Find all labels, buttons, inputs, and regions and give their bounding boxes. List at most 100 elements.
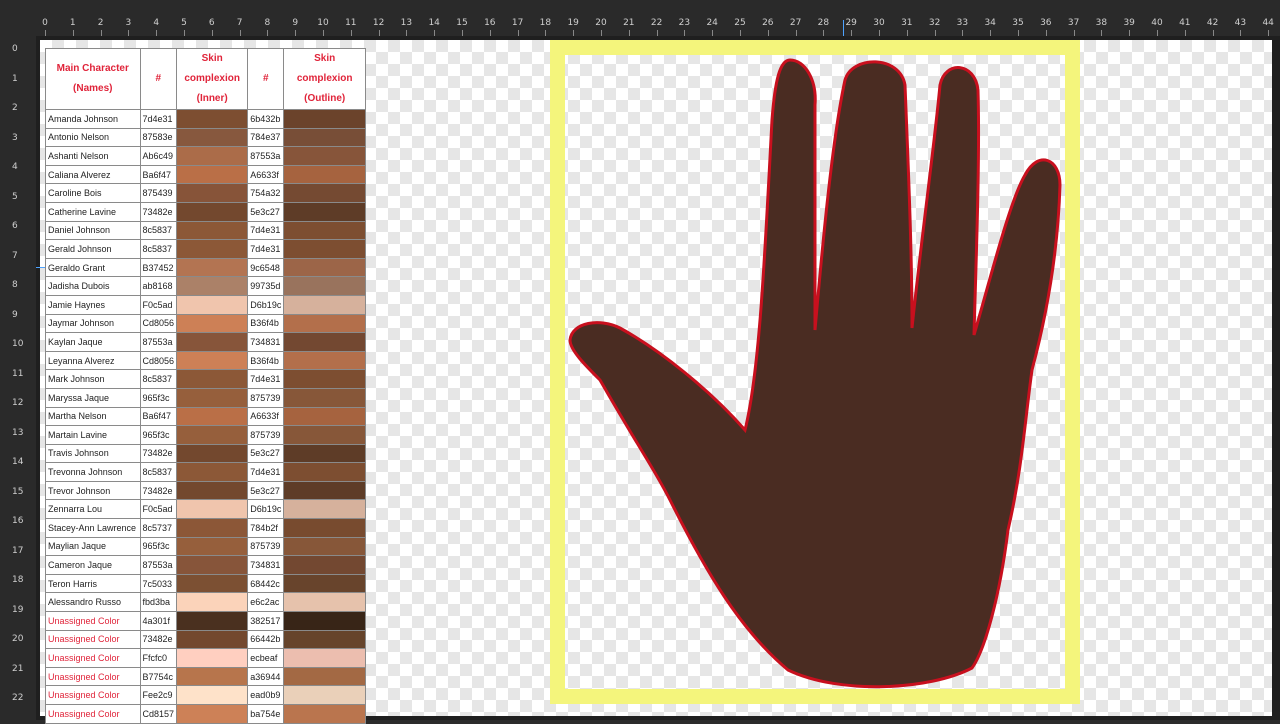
character-name[interactable]: Alessandro Russo: [45, 592, 141, 613]
inner-swatch[interactable]: [176, 257, 249, 278]
outline-hex[interactable]: 5e3c27: [247, 480, 285, 501]
character-name[interactable]: Caliana Alverez: [45, 164, 141, 185]
character-name[interactable]: Zennarra Lou: [45, 499, 141, 520]
hand-shape[interactable]: [568, 58, 1062, 689]
inner-hex[interactable]: 965f3c: [139, 536, 178, 557]
outline-swatch[interactable]: [283, 201, 366, 222]
outline-swatch[interactable]: [283, 704, 366, 724]
table-row[interactable]: Antonio Nelson 87583e 784e37: [45, 127, 366, 148]
inner-hex[interactable]: 8c5837: [139, 369, 178, 389]
character-name[interactable]: Unassigned Color: [45, 611, 141, 631]
outline-swatch[interactable]: [283, 499, 366, 520]
outline-hex[interactable]: e6c2ac: [247, 592, 285, 613]
horizontal-ruler[interactable]: 0 1 2 3 4 5 6 7 8 9 10 11 12 13 14 15 16 17 18 19 20 21 22 23 24…: [0, 0, 1280, 37]
inner-swatch[interactable]: [176, 369, 249, 389]
outline-hex[interactable]: 87553a: [247, 146, 285, 166]
table-row[interactable]: Gerald Johnson 8c5837 7d4e31: [45, 239, 366, 259]
character-name[interactable]: Antonio Nelson: [45, 127, 141, 148]
inner-hex[interactable]: Ffcfc0: [139, 648, 178, 668]
outline-hex[interactable]: 7d4e31: [247, 462, 285, 482]
inner-hex[interactable]: B37452: [139, 257, 178, 278]
inner-hex[interactable]: Fee2c9: [139, 685, 178, 705]
character-name[interactable]: Trevonna Johnson: [45, 462, 141, 482]
inner-swatch[interactable]: [176, 127, 249, 148]
outline-swatch[interactable]: [283, 146, 366, 166]
outline-hex[interactable]: 68442c: [247, 573, 285, 594]
outline-swatch[interactable]: [283, 629, 366, 650]
character-name[interactable]: Unassigned Color: [45, 666, 141, 687]
inner-swatch[interactable]: [176, 146, 249, 166]
table-row[interactable]: Caliana Alverez Ba6f47 A6633f: [45, 164, 366, 185]
inner-swatch[interactable]: [176, 666, 249, 687]
inner-swatch[interactable]: [176, 499, 249, 520]
character-name[interactable]: Jadisha Dubois: [45, 276, 141, 296]
inner-hex[interactable]: 73482e: [139, 201, 178, 222]
inner-swatch[interactable]: [176, 406, 249, 427]
inner-hex[interactable]: Ba6f47: [139, 406, 178, 427]
inner-swatch[interactable]: [176, 611, 249, 631]
character-name[interactable]: Martha Nelson: [45, 406, 141, 427]
table-row[interactable]: Leyanna Alverez Cd8056 B36f4b: [45, 350, 366, 371]
outline-hex[interactable]: 734831: [247, 332, 285, 352]
character-name[interactable]: Martain Lavine: [45, 425, 141, 445]
outline-hex[interactable]: 875739: [247, 425, 285, 445]
outline-swatch[interactable]: [283, 462, 366, 482]
outline-swatch[interactable]: [283, 648, 366, 668]
inner-swatch[interactable]: [176, 518, 249, 538]
outline-swatch[interactable]: [283, 294, 366, 315]
table-row[interactable]: Daniel Johnson 8c5837 7d4e31: [45, 220, 366, 241]
inner-hex[interactable]: 87553a: [139, 555, 178, 575]
inner-hex[interactable]: 87583e: [139, 127, 178, 148]
table-row[interactable]: Kaylan Jaque 87553a 734831: [45, 332, 366, 352]
outline-hex[interactable]: 66442b: [247, 629, 285, 650]
outline-hex[interactable]: 7d4e31: [247, 239, 285, 259]
outline-hex[interactable]: B36f4b: [247, 350, 285, 371]
inner-swatch[interactable]: [176, 648, 249, 668]
outline-swatch[interactable]: [283, 183, 366, 203]
inner-hex[interactable]: 8c5737: [139, 518, 178, 538]
inner-swatch[interactable]: [176, 573, 249, 594]
outline-swatch[interactable]: [283, 387, 366, 408]
inner-swatch[interactable]: [176, 592, 249, 613]
table-row[interactable]: Caroline Bois 875439 754a32: [45, 183, 366, 203]
inner-hex[interactable]: 965f3c: [139, 387, 178, 408]
character-name[interactable]: Unassigned Color: [45, 685, 141, 705]
inner-hex[interactable]: 4a301f: [139, 611, 178, 631]
outline-swatch[interactable]: [283, 592, 366, 613]
inner-hex[interactable]: ab8168: [139, 276, 178, 296]
table-row[interactable]: Martha Nelson Ba6f47 A6633f: [45, 406, 366, 427]
outline-swatch[interactable]: [283, 443, 366, 464]
inner-hex[interactable]: Cd8056: [139, 313, 178, 334]
table-row[interactable]: Travis Johnson 73482e 5e3c27: [45, 443, 366, 464]
inner-hex[interactable]: Ab6c49: [139, 146, 178, 166]
outline-hex[interactable]: B36f4b: [247, 313, 285, 334]
inner-swatch[interactable]: [176, 462, 249, 482]
inner-swatch[interactable]: [176, 629, 249, 650]
outline-hex[interactable]: ecbeaf: [247, 648, 285, 668]
character-name[interactable]: Leyanna Alverez: [45, 350, 141, 371]
inner-swatch[interactable]: [176, 536, 249, 557]
table-row[interactable]: Alessandro Russo fbd3ba e6c2ac: [45, 592, 366, 613]
outline-hex[interactable]: a36944: [247, 666, 285, 687]
outline-swatch[interactable]: [283, 164, 366, 185]
inner-hex[interactable]: 875439: [139, 183, 178, 203]
table-row[interactable]: Mark Johnson 8c5837 7d4e31: [45, 369, 366, 389]
inner-hex[interactable]: Cd8056: [139, 350, 178, 371]
character-name[interactable]: Mark Johnson: [45, 369, 141, 389]
inner-swatch[interactable]: [176, 350, 249, 371]
outline-hex[interactable]: 875739: [247, 536, 285, 557]
character-name[interactable]: Daniel Johnson: [45, 220, 141, 241]
hand-artwork[interactable]: [560, 50, 1070, 700]
outline-hex[interactable]: 6b432b: [247, 109, 285, 129]
character-name[interactable]: Jamie Haynes: [45, 294, 141, 315]
table-row[interactable]: Unassigned Color Ffcfc0 ecbeaf: [45, 648, 366, 668]
inner-swatch[interactable]: [176, 109, 249, 129]
outline-swatch[interactable]: [283, 350, 366, 371]
outline-hex[interactable]: 382517: [247, 611, 285, 631]
table-row[interactable]: Zennarra Lou F0c5ad D6b19c: [45, 499, 366, 520]
table-row[interactable]: Cameron Jaque 87553a 734831: [45, 555, 366, 575]
outline-swatch[interactable]: [283, 518, 366, 538]
outline-swatch[interactable]: [283, 573, 366, 594]
outline-swatch[interactable]: [283, 369, 366, 389]
inner-swatch[interactable]: [176, 555, 249, 575]
